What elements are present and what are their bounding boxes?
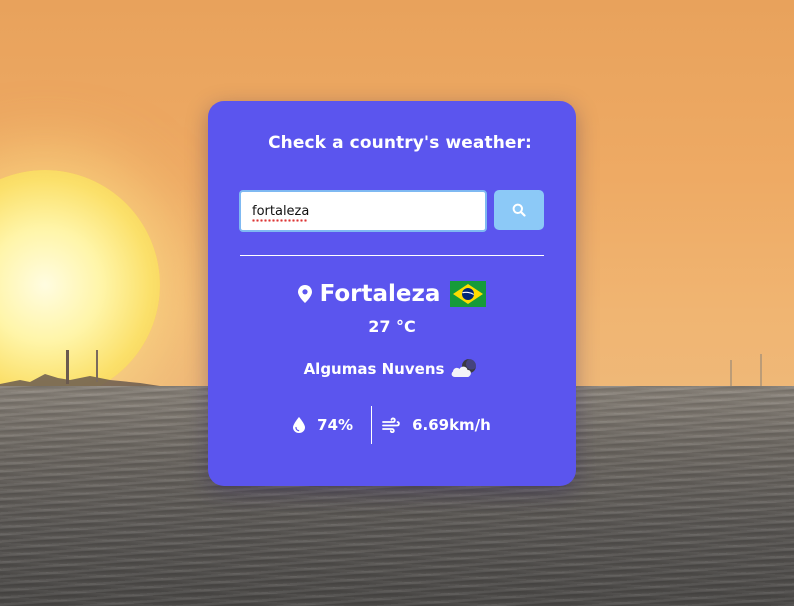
city-name: Fortaleza bbox=[319, 281, 441, 307]
search-icon bbox=[512, 203, 526, 217]
search-button[interactable] bbox=[494, 190, 544, 230]
details-row: 74% 6.69km/h bbox=[208, 406, 576, 444]
details-separator bbox=[371, 406, 373, 444]
search-input[interactable] bbox=[239, 190, 487, 232]
divider bbox=[240, 255, 544, 256]
partly-cloudy-night-icon bbox=[452, 358, 478, 377]
wind-value: 6.69km/h bbox=[412, 416, 491, 434]
temperature: 27 °C bbox=[368, 317, 416, 336]
description-row: Algumas Nuvens bbox=[208, 356, 576, 382]
humidity-value: 74% bbox=[317, 416, 354, 434]
location-pin-icon bbox=[297, 285, 312, 303]
wind-icon bbox=[382, 417, 400, 433]
spellcheck-underline bbox=[252, 219, 307, 222]
humidity: 74% bbox=[293, 416, 353, 434]
water-drop-icon bbox=[293, 417, 306, 433]
city-row: Fortaleza bbox=[208, 277, 576, 311]
card-title: Check a country's weather: bbox=[268, 133, 532, 153]
weather-card: Check a country's weather: Fortaleza 27 … bbox=[208, 101, 576, 486]
brazil-flag-icon bbox=[450, 281, 487, 307]
wind: 6.69km/h bbox=[382, 416, 491, 434]
weather-description: Algumas Nuvens bbox=[303, 360, 445, 378]
